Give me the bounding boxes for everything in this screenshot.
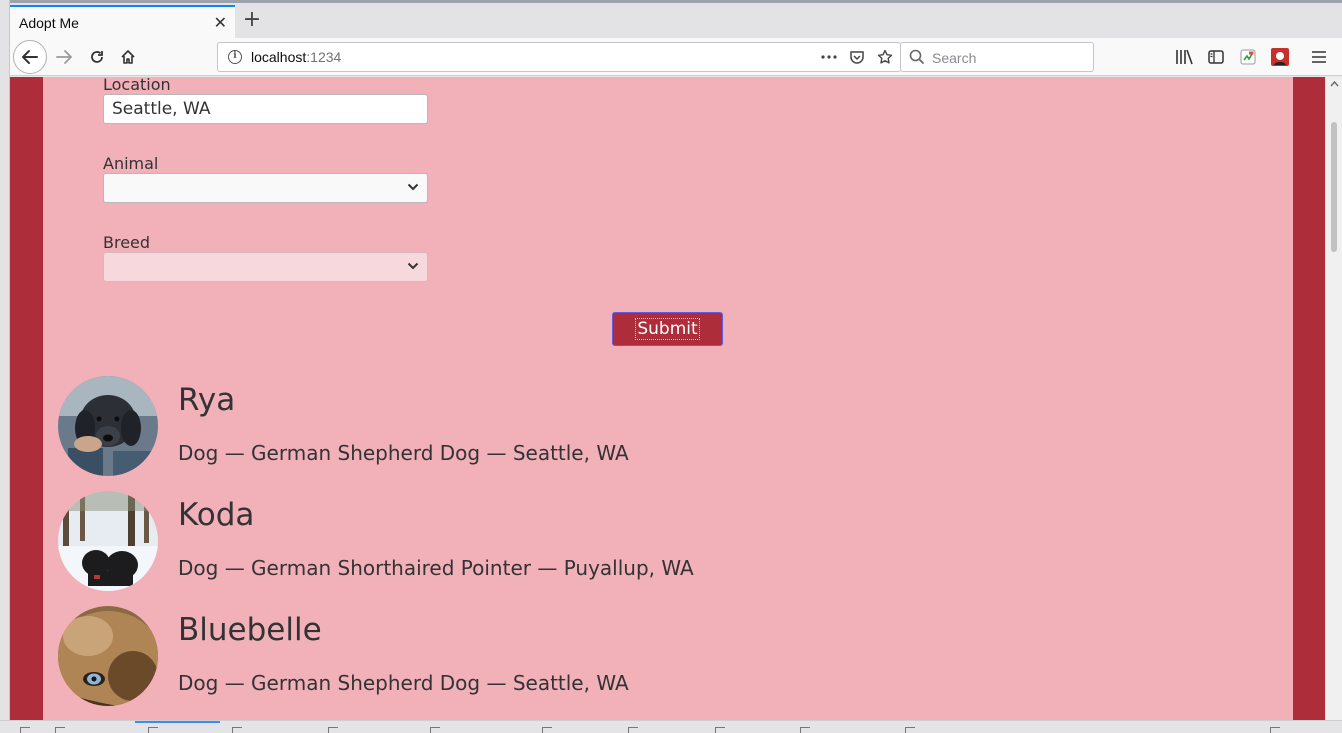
search-params-container: Location Seattle, WA Animal Breed Submit <box>43 77 1293 720</box>
page-viewport: Location Seattle, WA Animal Breed Submit <box>10 77 1325 720</box>
window-edge <box>0 0 10 733</box>
profile-icon[interactable] <box>1269 46 1291 68</box>
search-bar[interactable]: Search <box>900 42 1094 72</box>
submit-button[interactable]: Submit <box>612 312 723 346</box>
scrollbar-thumb[interactable] <box>1331 122 1337 252</box>
pet-card[interactable]: Bluebelle Dog — German Shepherd Dog — Se… <box>58 606 1258 706</box>
location-label: Location <box>103 77 171 94</box>
tab-bar: Adopt Me ✕ + <box>10 0 1342 41</box>
breed-label: Breed <box>103 233 151 252</box>
taskbar-icon[interactable] <box>55 727 65 733</box>
new-tab-button[interactable]: + <box>242 6 262 34</box>
taskbar-icon[interactable] <box>800 727 810 733</box>
home-button[interactable] <box>114 43 142 71</box>
pet-name: Bluebelle <box>178 612 322 648</box>
pet-details: Dog — German Shepherd Dog — Seattle, WA <box>178 441 629 465</box>
chevron-down-icon <box>407 183 419 191</box>
back-arrow-icon <box>22 50 38 64</box>
extension-icon[interactable] <box>1237 46 1259 68</box>
taskbar-icon[interactable] <box>328 727 338 733</box>
pet-avatar <box>58 376 158 476</box>
breed-select[interactable] <box>103 252 428 282</box>
navigation-toolbar: i localhost:1234 Search <box>10 38 1342 76</box>
sidebar-icon[interactable] <box>1205 46 1227 68</box>
pocket-icon[interactable] <box>846 46 868 68</box>
pet-name: Rya <box>178 382 236 418</box>
url-host: localhost <box>251 49 307 65</box>
url-bar[interactable]: i localhost:1234 <box>217 42 901 72</box>
taskbar-icon[interactable] <box>542 727 552 733</box>
pet-name: Koda <box>178 497 255 533</box>
taskbar-icon[interactable] <box>232 727 242 733</box>
animal-label: Animal <box>103 154 159 173</box>
info-icon[interactable]: i <box>228 50 242 64</box>
animal-select[interactable] <box>103 173 428 203</box>
taskbar-icon[interactable] <box>430 727 440 733</box>
reload-button[interactable] <box>83 43 111 71</box>
vertical-scrollbar[interactable] <box>1325 77 1342 720</box>
hamburger-menu-icon[interactable] <box>1308 46 1330 68</box>
close-tab-icon[interactable]: ✕ <box>214 13 227 33</box>
forward-arrow-icon <box>56 50 72 64</box>
submit-button-label: Submit <box>635 318 700 340</box>
location-input[interactable]: Seattle, WA <box>103 94 428 124</box>
pet-card[interactable]: Rya Dog — German Shepherd Dog — Seattle,… <box>58 376 1258 476</box>
taskbar-icon[interactable] <box>20 727 30 733</box>
pet-details: Dog — German Shepherd Dog — Seattle, WA <box>178 671 629 695</box>
active-task-indicator <box>135 721 220 723</box>
pet-card[interactable]: Koda Dog — German Shorthaired Pointer — … <box>58 491 1258 591</box>
tab-adopt-me[interactable]: Adopt Me ✕ <box>10 5 235 41</box>
scroll-up-arrow-icon[interactable] <box>1330 81 1339 87</box>
taskbar-icon[interactable] <box>715 727 725 733</box>
taskbar-icon[interactable] <box>1270 727 1280 733</box>
more-actions-icon[interactable] <box>818 46 840 68</box>
url-port: :1234 <box>306 49 342 65</box>
chevron-down-icon <box>407 262 419 270</box>
pet-details: Dog — German Shorthaired Pointer — Puyal… <box>178 556 694 580</box>
search-icon <box>909 49 925 65</box>
search-input[interactable]: Search <box>932 50 976 66</box>
reload-icon <box>91 51 103 63</box>
back-button[interactable] <box>13 40 47 74</box>
pet-avatar <box>58 606 158 706</box>
bookmark-star-icon[interactable] <box>874 46 896 68</box>
pet-avatar <box>58 491 158 591</box>
taskbar-icon[interactable] <box>905 727 915 733</box>
taskbar-strip <box>0 720 1342 733</box>
home-icon <box>121 50 135 64</box>
tab-title: Adopt Me <box>19 15 79 31</box>
library-icon[interactable] <box>1173 46 1195 68</box>
forward-button[interactable] <box>50 43 78 71</box>
taskbar-icon[interactable] <box>148 727 158 733</box>
url-text: localhost:1234 <box>251 49 341 65</box>
taskbar-icon[interactable] <box>628 727 638 733</box>
